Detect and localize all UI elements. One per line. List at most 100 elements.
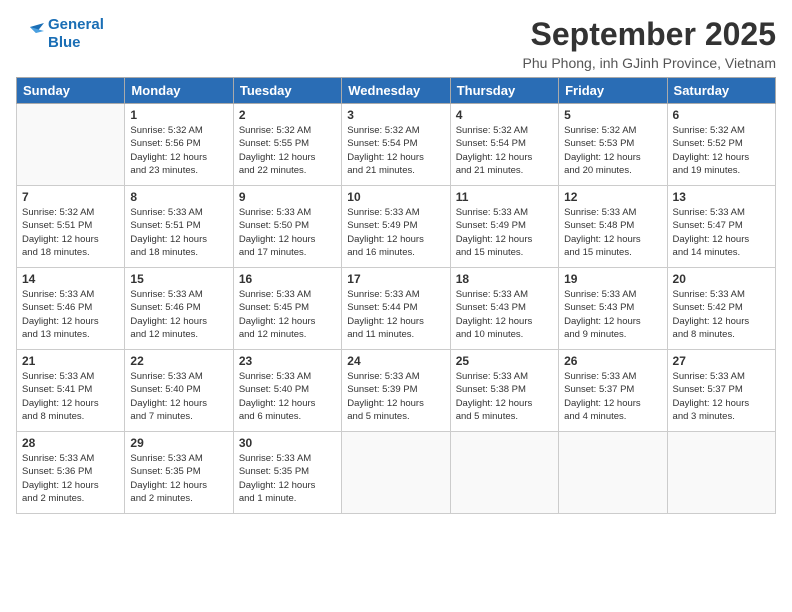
day-info: Sunrise: 5:32 AM Sunset: 5:52 PM Dayligh…	[673, 124, 770, 177]
day-number: 22	[130, 354, 227, 368]
day-info: Sunrise: 5:32 AM Sunset: 5:51 PM Dayligh…	[22, 206, 119, 259]
day-info: Sunrise: 5:33 AM Sunset: 5:49 PM Dayligh…	[456, 206, 553, 259]
day-info: Sunrise: 5:33 AM Sunset: 5:44 PM Dayligh…	[347, 288, 444, 341]
day-number: 21	[22, 354, 119, 368]
day-info: Sunrise: 5:32 AM Sunset: 5:56 PM Dayligh…	[130, 124, 227, 177]
day-number: 3	[347, 108, 444, 122]
day-info: Sunrise: 5:33 AM Sunset: 5:42 PM Dayligh…	[673, 288, 770, 341]
page-header: General Blue September 2025 Phu Phong, i…	[16, 16, 776, 71]
header-day-monday: Monday	[125, 78, 233, 104]
header-day-sunday: Sunday	[17, 78, 125, 104]
calendar-cell: 27Sunrise: 5:33 AM Sunset: 5:37 PM Dayli…	[667, 350, 775, 432]
calendar-cell: 18 Sunrise: 5:33 AM Sunset: 5:43 PM Dayli…	[450, 268, 558, 350]
calendar-cell: 13Sunrise: 5:33 AM Sunset: 5:47 PM Dayli…	[667, 186, 775, 268]
day-info: Sunrise: 5:33 AM Sunset: 5:41 PM Dayligh…	[22, 370, 119, 423]
calendar-cell: 6 Sunrise: 5:32 AM Sunset: 5:52 PM Daylig…	[667, 104, 775, 186]
day-number: 1	[130, 108, 227, 122]
day-info: Sunrise: 5:33 AM Sunset: 5:48 PM Dayligh…	[564, 206, 661, 259]
week-row-1: 1 Sunrise: 5:32 AM Sunset: 5:56 PM Daylig…	[17, 104, 776, 186]
day-number: 12	[564, 190, 661, 204]
day-info: Sunrise: 5:33 AM Sunset: 5:50 PM Dayligh…	[239, 206, 336, 259]
calendar-cell: 21 Sunrise: 5:33 AM Sunset: 5:41 PM Dayli…	[17, 350, 125, 432]
calendar-cell: 14Sunrise: 5:33 AM Sunset: 5:46 PM Dayli…	[17, 268, 125, 350]
calendar-cell: 24 Sunrise: 5:33 AM Sunset: 5:39 PM Dayli…	[342, 350, 450, 432]
calendar-cell: 25 Sunrise: 5:33 AM Sunset: 5:38 PM Dayli…	[450, 350, 558, 432]
calendar-cell: 3Sunrise: 5:32 AM Sunset: 5:54 PM Daylig…	[342, 104, 450, 186]
day-info: Sunrise: 5:33 AM Sunset: 5:49 PM Dayligh…	[347, 206, 444, 259]
day-number: 16	[239, 272, 336, 286]
day-number: 11	[456, 190, 553, 204]
day-info: Sunrise: 5:32 AM Sunset: 5:55 PM Dayligh…	[239, 124, 336, 177]
calendar-cell: 15 Sunrise: 5:33 AM Sunset: 5:46 PM Dayli…	[125, 268, 233, 350]
day-number: 28	[22, 436, 119, 450]
day-number: 9	[239, 190, 336, 204]
calendar-cell	[667, 432, 775, 514]
day-info: Sunrise: 5:33 AM Sunset: 5:39 PM Dayligh…	[347, 370, 444, 423]
day-info: Sunrise: 5:32 AM Sunset: 5:54 PM Dayligh…	[456, 124, 553, 177]
header-day-wednesday: Wednesday	[342, 78, 450, 104]
day-number: 4	[456, 108, 553, 122]
header-day-thursday: Thursday	[450, 78, 558, 104]
day-info: Sunrise: 5:33 AM Sunset: 5:51 PM Dayligh…	[130, 206, 227, 259]
calendar-cell: 22 Sunrise: 5:33 AM Sunset: 5:40 PM Dayli…	[125, 350, 233, 432]
calendar-cell	[559, 432, 667, 514]
day-number: 18	[456, 272, 553, 286]
calendar-cell: 10 Sunrise: 5:33 AM Sunset: 5:49 PM Dayli…	[342, 186, 450, 268]
calendar-cell: 12 Sunrise: 5:33 AM Sunset: 5:48 PM Dayli…	[559, 186, 667, 268]
day-number: 14	[22, 272, 119, 286]
day-number: 15	[130, 272, 227, 286]
calendar-cell: 11 Sunrise: 5:33 AM Sunset: 5:49 PM Dayli…	[450, 186, 558, 268]
week-row-3: 14 Sunrise: 5:33 AM Sunset: 5:46 PM Dayli…	[17, 268, 776, 350]
calendar-cell: 19 Sunrise: 5:33 AM Sunset: 5:43 PM Dayli…	[559, 268, 667, 350]
day-info: Sunrise: 5:33 AM Sunset: 5:46 PM Dayligh…	[130, 288, 227, 341]
logo: General Blue	[16, 16, 104, 52]
day-number: 26	[564, 354, 661, 368]
calendar-table: SundayMondayTuesdayWednesdayThursdayFrid…	[16, 77, 776, 514]
day-number: 29	[130, 436, 227, 450]
day-number: 7	[22, 190, 119, 204]
calendar-cell: 23 Sunrise: 5:33 AM Sunset: 5:40 PM Dayli…	[233, 350, 341, 432]
day-info: Sunrise: 5:33 AM Sunset: 5:47 PM Dayligh…	[673, 206, 770, 259]
day-info: Sunrise: 5:33 AM Sunset: 5:45 PM Dayligh…	[239, 288, 336, 341]
day-number: 17	[347, 272, 444, 286]
calendar-cell: 7 Sunrise: 5:32 AM Sunset: 5:51 PM Daylig…	[17, 186, 125, 268]
day-info: Sunrise: 5:33 AM Sunset: 5:40 PM Dayligh…	[130, 370, 227, 423]
header-day-saturday: Saturday	[667, 78, 775, 104]
day-number: 2	[239, 108, 336, 122]
header-day-friday: Friday	[559, 78, 667, 104]
day-number: 8	[130, 190, 227, 204]
day-number: 5	[564, 108, 661, 122]
day-number: 10	[347, 190, 444, 204]
day-info: Sunrise: 5:33 AM Sunset: 5:35 PM Dayligh…	[130, 452, 227, 505]
week-row-4: 21 Sunrise: 5:33 AM Sunset: 5:41 PM Dayli…	[17, 350, 776, 432]
day-info: Sunrise: 5:33 AM Sunset: 5:40 PM Dayligh…	[239, 370, 336, 423]
day-number: 27	[673, 354, 770, 368]
day-number: 24	[347, 354, 444, 368]
calendar-cell: 29 Sunrise: 5:33 AM Sunset: 5:35 PM Dayli…	[125, 432, 233, 514]
calendar-header-row: SundayMondayTuesdayWednesdayThursdayFrid…	[17, 78, 776, 104]
header-day-tuesday: Tuesday	[233, 78, 341, 104]
location: Phu Phong, inh GJinh Province, Vietnam	[523, 55, 776, 71]
calendar-cell	[342, 432, 450, 514]
month-title: September 2025	[523, 16, 776, 53]
day-number: 19	[564, 272, 661, 286]
title-block: September 2025 Phu Phong, inh GJinh Prov…	[523, 16, 776, 71]
calendar-cell: 17 Sunrise: 5:33 AM Sunset: 5:44 PM Dayli…	[342, 268, 450, 350]
week-row-2: 7 Sunrise: 5:32 AM Sunset: 5:51 PM Daylig…	[17, 186, 776, 268]
calendar-cell: 16 Sunrise: 5:33 AM Sunset: 5:45 PM Dayli…	[233, 268, 341, 350]
calendar-cell	[450, 432, 558, 514]
calendar-cell: 30Sunrise: 5:33 AM Sunset: 5:35 PM Dayli…	[233, 432, 341, 514]
day-info: Sunrise: 5:32 AM Sunset: 5:53 PM Dayligh…	[564, 124, 661, 177]
day-number: 6	[673, 108, 770, 122]
day-info: Sunrise: 5:33 AM Sunset: 5:43 PM Dayligh…	[564, 288, 661, 341]
logo-text: General Blue	[48, 16, 104, 52]
calendar-cell: 4 Sunrise: 5:32 AM Sunset: 5:54 PM Daylig…	[450, 104, 558, 186]
calendar-cell: 20Sunrise: 5:33 AM Sunset: 5:42 PM Dayli…	[667, 268, 775, 350]
calendar-cell: 26Sunrise: 5:33 AM Sunset: 5:37 PM Dayli…	[559, 350, 667, 432]
day-info: Sunrise: 5:33 AM Sunset: 5:36 PM Dayligh…	[22, 452, 119, 505]
day-info: Sunrise: 5:33 AM Sunset: 5:43 PM Dayligh…	[456, 288, 553, 341]
day-info: Sunrise: 5:33 AM Sunset: 5:38 PM Dayligh…	[456, 370, 553, 423]
calendar-cell: 9 Sunrise: 5:33 AM Sunset: 5:50 PM Daylig…	[233, 186, 341, 268]
day-number: 25	[456, 354, 553, 368]
day-number: 23	[239, 354, 336, 368]
